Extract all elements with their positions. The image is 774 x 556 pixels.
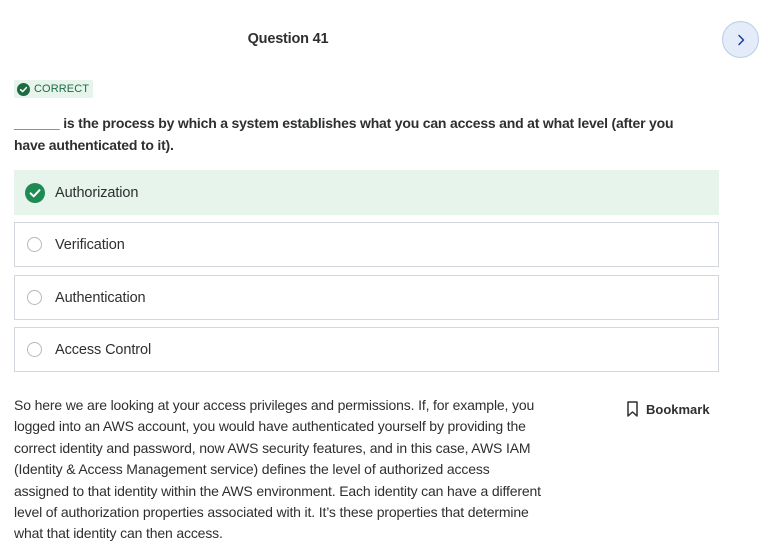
status-label: CORRECT	[34, 83, 90, 95]
chevron-right-icon	[737, 34, 744, 45]
check-circle-icon	[17, 82, 30, 96]
option-label: Authentication	[55, 289, 146, 306]
explanation-text: So here we are looking at your access pr…	[14, 397, 541, 542]
option-label: Authorization	[55, 184, 139, 201]
next-question-button[interactable]	[722, 21, 759, 58]
question-title: Question 41	[247, 31, 329, 47]
question-text: ______ is the process by which a system …	[14, 115, 674, 153]
bookmark-label: Bookmark	[646, 401, 710, 417]
status-badge: CORRECT	[14, 80, 94, 98]
radio-button[interactable]	[27, 290, 42, 305]
option-label: Verification	[55, 236, 125, 253]
option-verification[interactable]: Verification	[14, 222, 719, 267]
radio-button[interactable]	[27, 342, 42, 357]
radio-button[interactable]	[27, 237, 42, 252]
option-label: Access Control	[55, 341, 152, 358]
check-circle-icon	[25, 182, 45, 203]
option-authorization[interactable]: Authorization	[14, 170, 719, 215]
option-authentication[interactable]: Authentication	[14, 275, 719, 320]
bookmark-button[interactable]: Bookmark	[627, 400, 710, 418]
bookmark-icon	[627, 401, 638, 417]
option-access-control[interactable]: Access Control	[14, 327, 719, 372]
